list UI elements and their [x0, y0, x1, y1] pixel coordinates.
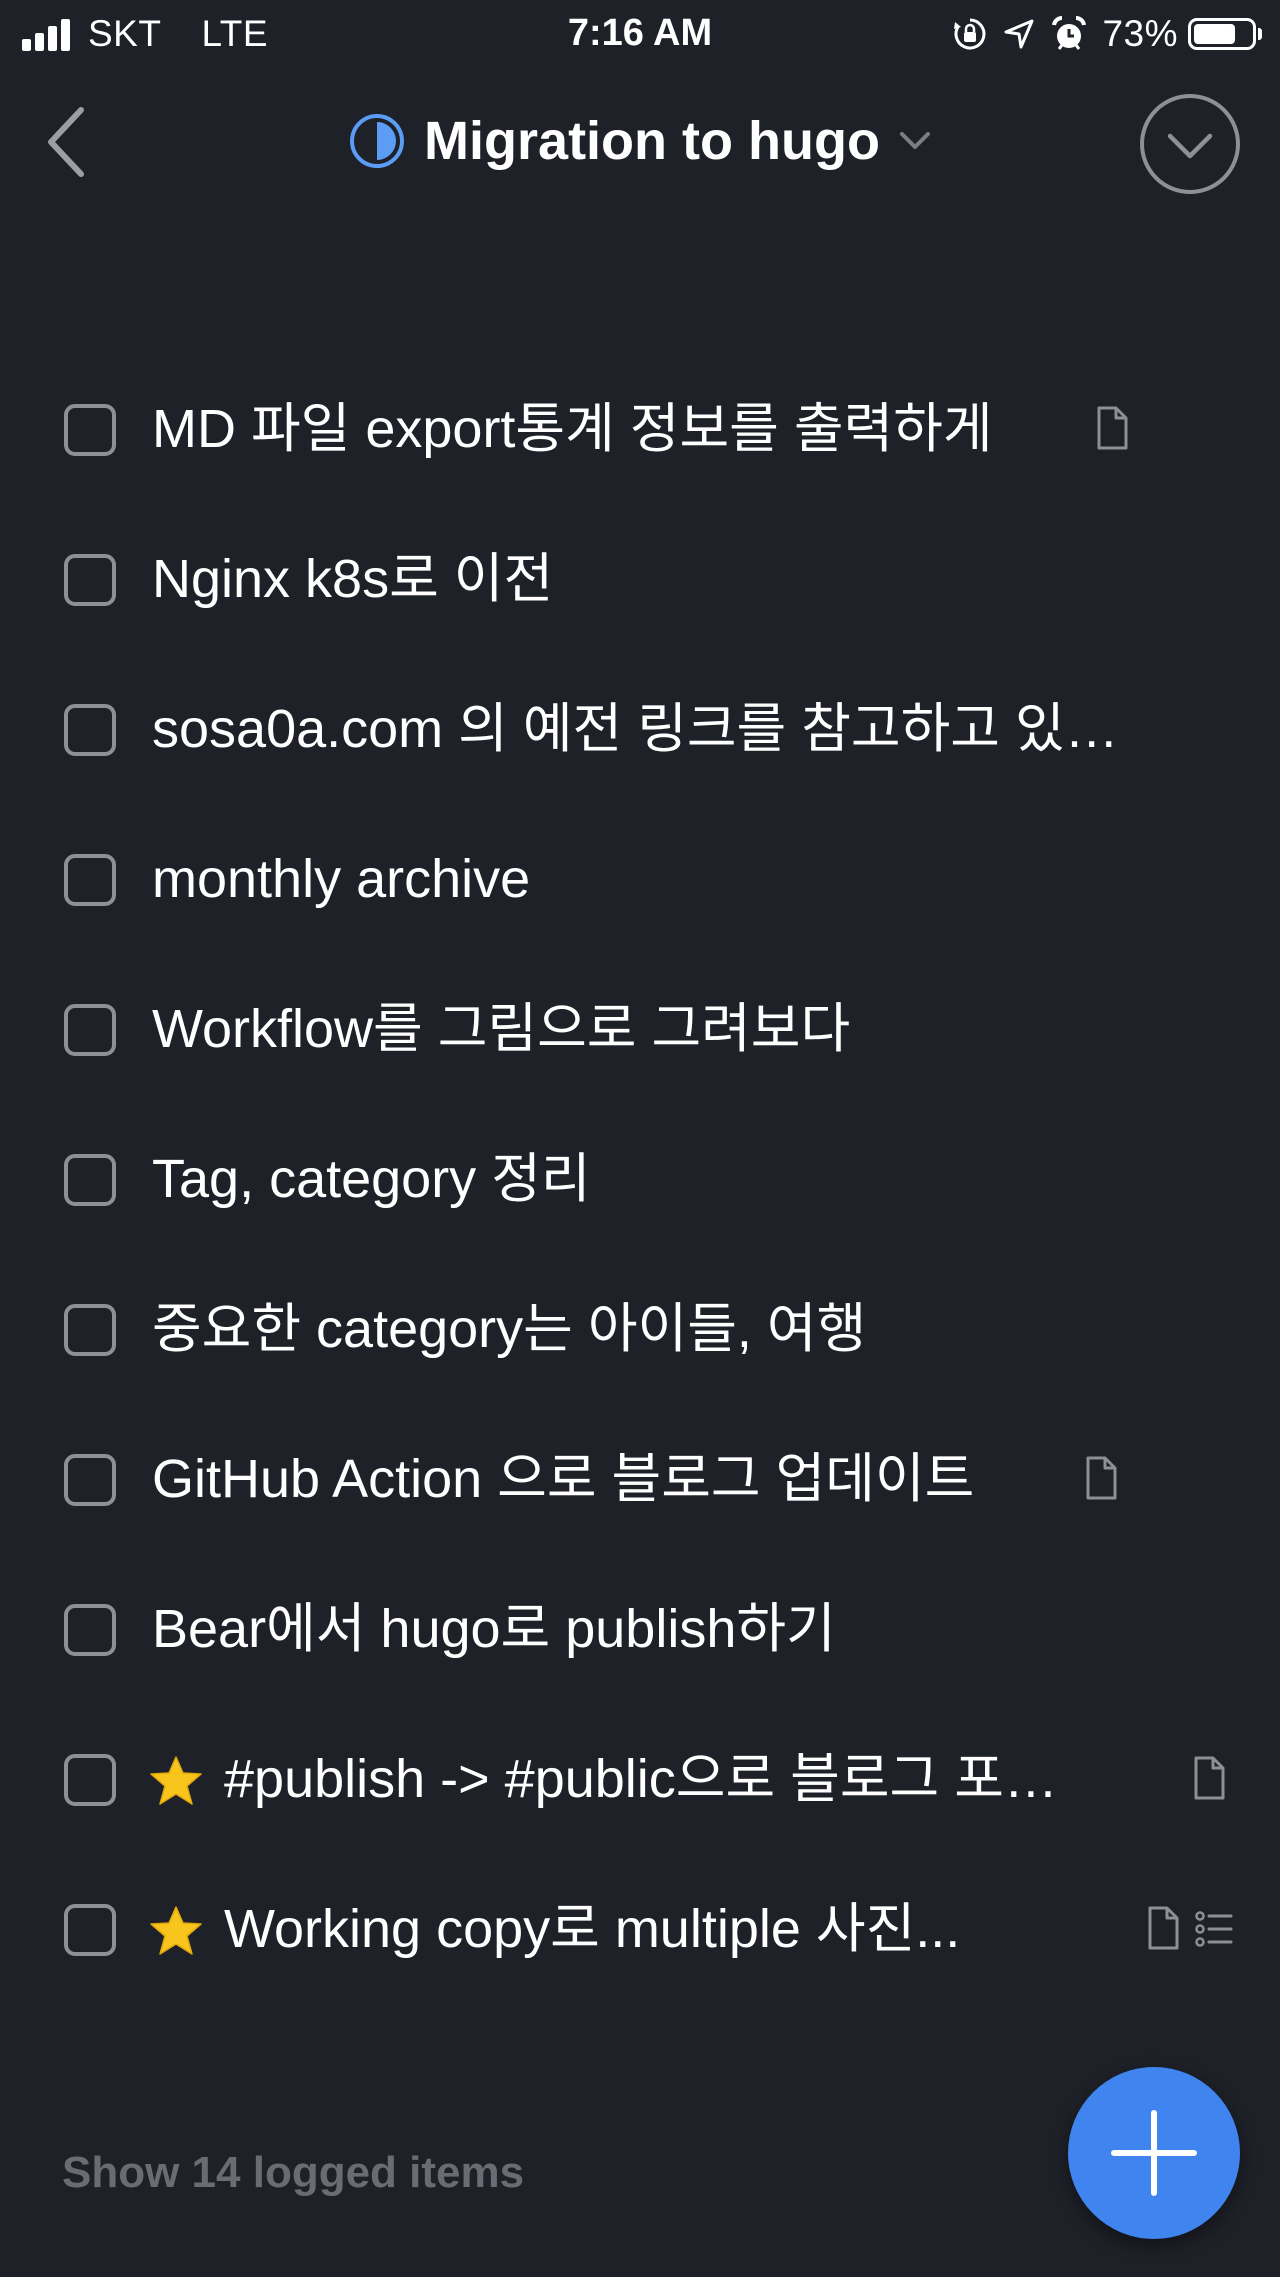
project-title-dropdown[interactable]: Migration to hugo — [0, 110, 1280, 172]
half-filled-circle-icon — [350, 114, 405, 168]
note-icon — [1194, 1756, 1225, 1800]
plus-icon — [1111, 2110, 1197, 2196]
show-logged-items-button[interactable]: Show 14 logged items — [62, 2148, 524, 2198]
task-title: Workflow를 그림으로 그려보다 — [152, 999, 851, 1059]
task-checkbox[interactable] — [64, 404, 116, 456]
checklist-icon — [1195, 1911, 1233, 1947]
task-row[interactable]: monthly archive — [0, 825, 1280, 975]
note-icon — [1086, 1456, 1117, 1500]
task-checkbox[interactable] — [64, 1154, 116, 1206]
alarm-icon — [1050, 15, 1088, 53]
location-arrow-icon — [1002, 17, 1036, 51]
task-row[interactable]: Bear에서 hugo로 publish하기 — [0, 1575, 1280, 1725]
screen: SKT LTE 7:16 AM 73% Migration to hugo MD… — [0, 0, 1280, 2277]
star-icon — [150, 1756, 202, 1805]
task-row[interactable]: Workflow를 그림으로 그려보다 — [0, 975, 1280, 1125]
chevron-down-icon — [898, 130, 932, 152]
task-title: GitHub Action 으로 블로그 업데이트 — [152, 1449, 975, 1509]
task-title: sosa0a.com 의 예전 링크를 참고하고 있… — [152, 699, 1119, 759]
task-checkbox[interactable] — [64, 704, 116, 756]
note-icon — [1148, 1906, 1179, 1950]
task-row[interactable]: #publish -> #public으로 블로그 포… — [0, 1725, 1280, 1875]
status-right: 73% — [952, 12, 1262, 56]
status-bar: SKT LTE 7:16 AM 73% — [0, 0, 1280, 70]
note-icon — [1097, 406, 1128, 450]
task-title: monthly archive — [152, 849, 531, 909]
task-title: Working copy로 multiple 사진... — [224, 1899, 961, 1959]
orientation-lock-icon — [952, 16, 988, 52]
task-title: Bear에서 hugo로 publish하기 — [152, 1599, 836, 1659]
task-row[interactable]: MD 파일 export통계 정보를 출력하게 — [0, 375, 1280, 525]
task-checkbox[interactable] — [64, 854, 116, 906]
nav-bar: Migration to hugo — [0, 80, 1280, 210]
add-task-button[interactable] — [1068, 2067, 1240, 2239]
task-title: Nginx k8s로 이전 — [152, 549, 554, 609]
task-checkbox[interactable] — [64, 1754, 116, 1806]
task-checkbox[interactable] — [64, 1604, 116, 1656]
task-list: MD 파일 export통계 정보를 출력하게 Nginx k8s로 이전 so… — [0, 375, 1280, 2025]
battery-fill — [1194, 24, 1235, 44]
task-checkbox[interactable] — [64, 1304, 116, 1356]
task-title: MD 파일 export통계 정보를 출력하게 — [152, 399, 993, 459]
page-title: Migration to hugo — [424, 111, 880, 171]
task-checkbox[interactable] — [64, 1004, 116, 1056]
task-title: Tag, category 정리 — [152, 1149, 591, 1209]
circle-check-icon — [1140, 94, 1240, 194]
task-row[interactable]: 중요한 category는 아이들, 여행 — [0, 1275, 1280, 1425]
task-checkbox[interactable] — [64, 1454, 116, 1506]
task-title: 중요한 category는 아이들, 여행 — [152, 1299, 867, 1359]
task-row[interactable]: Working copy로 multiple 사진... — [0, 1875, 1280, 2025]
battery-icon — [1188, 18, 1262, 50]
complete-project-button[interactable] — [1138, 92, 1242, 196]
task-checkbox[interactable] — [64, 554, 116, 606]
task-row[interactable]: Tag, category 정리 — [0, 1125, 1280, 1275]
star-icon — [150, 1906, 202, 1955]
task-row[interactable]: sosa0a.com 의 예전 링크를 참고하고 있… — [0, 675, 1280, 825]
task-row[interactable]: GitHub Action 으로 블로그 업데이트 — [0, 1425, 1280, 1575]
task-row[interactable]: Nginx k8s로 이전 — [0, 525, 1280, 675]
battery-percent: 73% — [1102, 13, 1178, 54]
task-checkbox[interactable] — [64, 1904, 116, 1956]
task-title: #publish -> #public으로 블로그 포… — [224, 1749, 1058, 1809]
